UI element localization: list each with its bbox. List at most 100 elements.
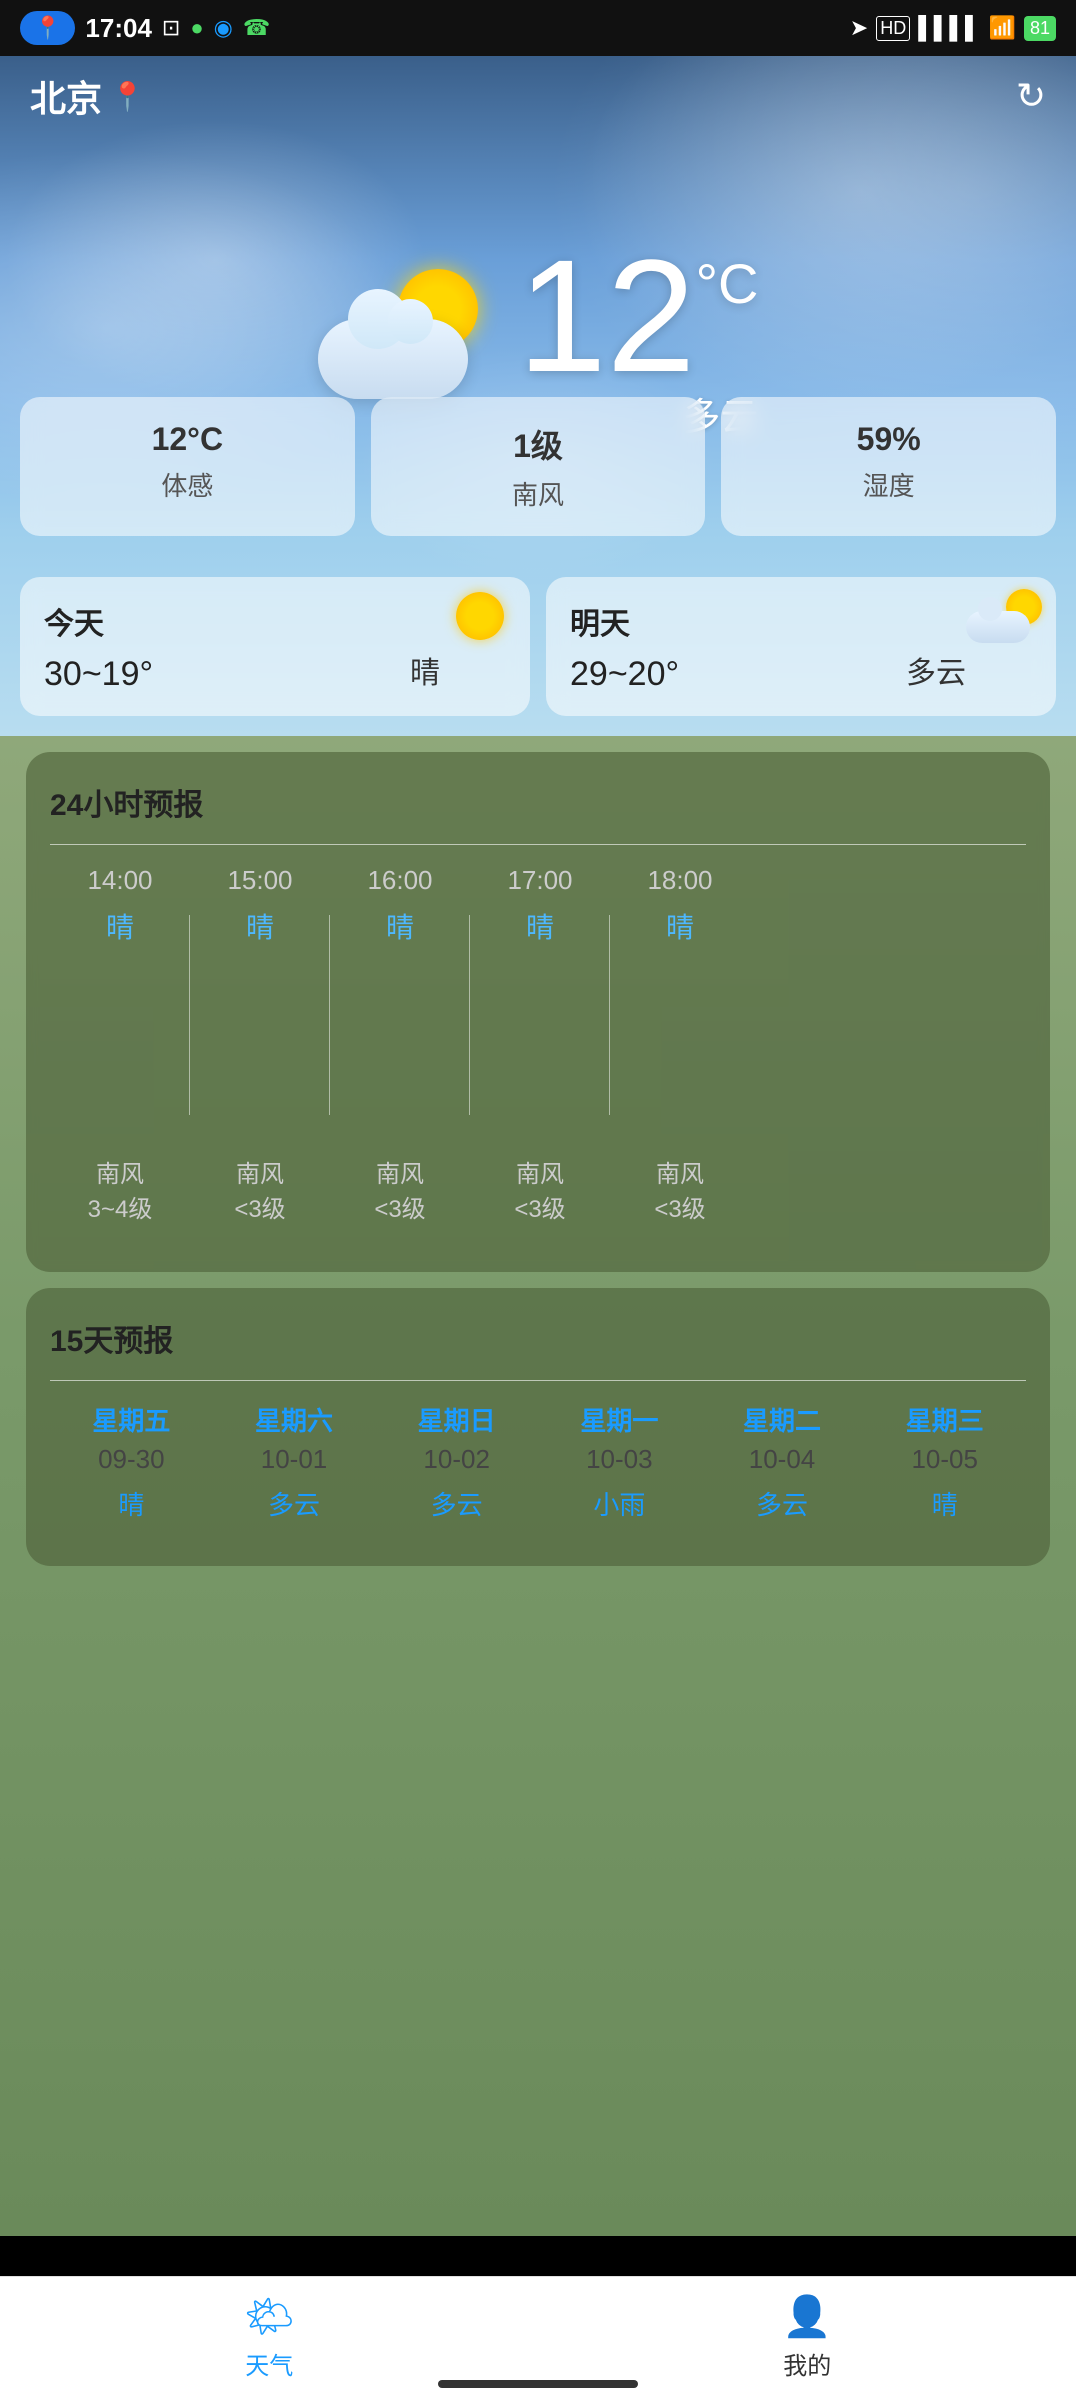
tomorrow-cloud-part [966,611,1030,643]
weather-nav-label: 天气 [245,2346,293,2381]
day-col-5: 星期三 10-05 晴 [863,1401,1026,1522]
wind-label: 南风 [512,480,564,510]
hourly-level-2: <3级 [374,1189,425,1224]
mine-nav-icon: 👤 [782,2293,832,2340]
nav-mine[interactable]: 👤 我的 [722,2283,892,2391]
hourly-item: 17:00 晴 南风 <3级 [470,865,610,1244]
hourly-item: 15:00 晴 南风 <3级 [190,865,330,1244]
tomorrow-icon [966,587,1046,647]
today-card: 今天 30~19° 晴 [20,577,530,716]
home-indicator [438,2380,638,2388]
fifteen-day-header: 星期五 09-30 晴 星期六 10-01 多云 星期日 10-02 多云 星期… [50,1401,1026,1522]
hourly-wind-1: 南风 [236,1154,284,1189]
day-weather-5: 晴 [863,1485,1026,1522]
mine-nav-label: 我的 [783,2346,831,2381]
location-dot-icon: 📍 [34,15,61,41]
wind-value: 1级 [387,421,690,467]
hourly-scroll[interactable]: 14:00 晴 南风 3~4级 15:00 晴 南风 <3级 16:00 晴 南… [50,865,1050,1244]
day-col-1: 星期六 10-01 多云 [213,1401,376,1522]
day-col-0: 星期五 09-30 晴 [50,1401,213,1522]
humidity-label: 湿度 [863,471,915,501]
location-pill: 📍 [20,11,75,45]
hourly-weather-0: 晴 [106,906,134,946]
day-weekday-4: 星期二 [701,1401,864,1438]
fifteen-day-card: 15天预报 星期五 09-30 晴 星期六 10-01 多云 星期日 10-02… [26,1288,1050,1566]
bottom-nav: 🌤 天气 👤 我的 [0,2276,1076,2396]
hourly-wind-0: 南风 [96,1154,144,1189]
city-name: 北京 📍 [30,70,145,122]
day-col-3: 星期一 10-03 小雨 [538,1401,701,1522]
day-date-4: 10-04 [701,1444,864,1475]
hourly-item: 16:00 晴 南风 <3级 [330,865,470,1244]
cloud-icon [318,319,468,399]
main-weather-icon [318,269,498,409]
app-icon-2: ◉ [214,15,233,41]
city-location-icon: 📍 [110,80,145,113]
hourly-item: 14:00 晴 南风 3~4级 [50,865,190,1244]
day-date-3: 10-03 [538,1444,701,1475]
temperature-value: 12 [518,236,696,396]
day-weather-2: 多云 [375,1485,538,1522]
hourly-weather-1: 晴 [246,906,274,946]
day-weekday-1: 星期六 [213,1401,376,1438]
weather-nav-icon: 🌤 [244,2293,295,2340]
hd-icon: HD [876,16,910,41]
tomorrow-card: 明天 29~20° 多云 [546,577,1056,716]
refresh-button[interactable]: ↻ [1016,75,1046,117]
status-left: 📍 17:04 ⊡ ● ◉ ☎ [20,11,270,45]
hourly-level-3: <3级 [514,1189,565,1224]
today-sun-icon [456,592,504,640]
hourly-time-1: 15:00 [227,865,292,896]
hourly-item: 18:00 晴 南风 <3级 [610,865,750,1244]
screen-record-icon: ⊡ [162,15,180,41]
feels-like-value: 12°C [36,421,339,458]
main-content: 24小时预报 14:00 晴 南风 3~4级 15:00 晴 南风 <3级 16… [0,736,1076,2236]
day-weather-0: 晴 [50,1485,213,1522]
hourly-wind-3: 南风 [516,1154,564,1189]
status-time: 17:04 [85,13,152,44]
hourly-weather-2: 晴 [386,906,414,946]
hourly-divider [50,844,1026,845]
navigation-icon: ➤ [850,15,868,41]
day-date-0: 09-30 [50,1444,213,1475]
hourly-level-4: <3级 [654,1189,705,1224]
hourly-level-1: <3级 [234,1189,285,1224]
wind-card: 1级 南风 [371,397,706,536]
app-icon-3: ☎ [243,15,270,41]
day-date-2: 10-02 [375,1444,538,1475]
today-label: 今天 [44,599,506,643]
day-weekday-5: 星期三 [863,1401,1026,1438]
hourly-forecast-card: 24小时预报 14:00 晴 南风 3~4级 15:00 晴 南风 <3级 16… [26,752,1050,1272]
hourly-wind-2: 南风 [376,1154,424,1189]
signal-icon: ▌▌▌▌ [918,15,980,41]
day-col-4: 星期二 10-04 多云 [701,1401,864,1522]
day-date-5: 10-05 [863,1444,1026,1475]
today-icon [440,587,520,647]
hourly-level-0: 3~4级 [88,1189,153,1224]
tomorrow-cloud-sun-icon [966,587,1046,647]
fifteen-day-divider [50,1380,1026,1381]
hourly-weather-3: 晴 [526,906,554,946]
hourly-time-3: 17:00 [507,865,572,896]
day-weather-1: 多云 [213,1485,376,1522]
day-weekday-3: 星期一 [538,1401,701,1438]
day-weekday-2: 星期日 [375,1401,538,1438]
wifi-icon: 📶 [989,15,1016,41]
tomorrow-weather: 多云 [906,648,966,692]
today-tomorrow-row: 今天 30~19° 晴 明天 29~20° 多云 [20,577,1056,716]
day-weather-3: 小雨 [538,1485,701,1522]
today-weather: 晴 [410,648,440,692]
info-cards-row: 12°C 体感 1级 南风 59% 湿度 [20,397,1056,536]
day-date-1: 10-01 [213,1444,376,1475]
fifteen-day-title: 15天预报 [50,1316,1026,1360]
nav-weather[interactable]: 🌤 天气 [184,2283,355,2391]
day-weather-4: 多云 [701,1485,864,1522]
hourly-title: 24小时预报 [50,780,1050,824]
day-weekday-0: 星期五 [50,1401,213,1438]
hourly-time-0: 14:00 [87,865,152,896]
day-col-2: 星期日 10-02 多云 [375,1401,538,1522]
humidity-value: 59% [737,421,1040,458]
weather-header: 北京 📍 ↻ 12 °C 多云 12°C 体感 1级 南 [0,56,1076,736]
humidity-card: 59% 湿度 [721,397,1056,536]
status-bar: 📍 17:04 ⊡ ● ◉ ☎ ➤ HD ▌▌▌▌ 📶 81 [0,0,1076,56]
